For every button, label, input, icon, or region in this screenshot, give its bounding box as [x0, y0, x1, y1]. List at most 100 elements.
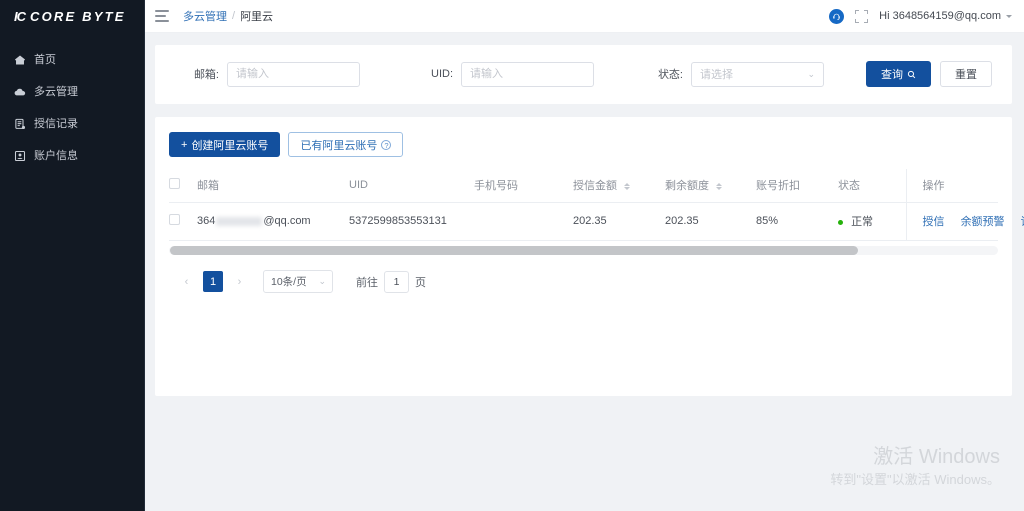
email-suffix: @qq.com: [263, 215, 310, 227]
goto-page-group: 前往 页: [356, 271, 426, 293]
status-badge: 正常: [851, 216, 873, 228]
logo[interactable]: IC CORE BYTE: [0, 0, 144, 33]
column-header-credit[interactable]: 授信金额: [573, 169, 665, 203]
topbar: 多云管理 / 阿里云 Hi 3648564159@qq.com: [145, 0, 1024, 33]
filter-buttons: 查询 重置: [866, 61, 992, 87]
sidebar-item-account-info[interactable]: 账户信息: [0, 140, 144, 172]
page-number-1[interactable]: 1: [203, 271, 223, 292]
chevron-down-icon: [1006, 15, 1012, 18]
logo-mark: IC: [14, 9, 25, 24]
records-icon: [14, 118, 26, 130]
row-checkbox[interactable]: [169, 214, 180, 225]
row-select-cell: [169, 203, 197, 241]
main-area: 多云管理 / 阿里云 Hi 3648564159@qq.com: [145, 0, 1024, 511]
fullscreen-icon[interactable]: [855, 10, 868, 23]
filter-email: 邮箱:: [175, 62, 360, 87]
select-all-checkbox[interactable]: [169, 178, 180, 189]
sidebar-menu: 首页 多云管理 授信记录: [0, 44, 144, 172]
column-header-uid: UID: [349, 169, 474, 203]
status-dot-icon: [838, 220, 843, 225]
cloud-icon: [14, 86, 26, 98]
cell-phone: [474, 203, 573, 241]
user-email-label: Hi 3648564159@qq.com: [879, 10, 1001, 22]
chevron-down-icon: ⌄: [807, 69, 815, 80]
sidebar-item-multicloud[interactable]: 多云管理: [0, 76, 144, 108]
filter-status-label: 状态:: [639, 66, 683, 82]
home-icon: [14, 54, 26, 66]
sidebar: IC CORE BYTE 首页 多云管理: [0, 0, 145, 511]
cell-uid: 5372599853553131: [349, 203, 474, 241]
sidebar-item-label: 多云管理: [34, 87, 78, 98]
column-header-balance[interactable]: 剩余额度: [665, 169, 756, 203]
create-aliyun-account-button[interactable]: + 创建阿里云账号: [169, 132, 280, 157]
table-header-row: 邮箱 UID 手机号码 授信金额 剩余额度 账号折扣: [169, 169, 998, 203]
status-select[interactable]: 请选择 ⌄: [691, 62, 824, 87]
reset-button[interactable]: 重置: [940, 61, 992, 87]
create-label: 创建阿里云账号: [191, 137, 268, 153]
table-panel: + 创建阿里云账号 已有阿里云账号 ? 邮箱: [155, 117, 1012, 396]
account-icon: [14, 150, 26, 162]
column-header-operation: 操作: [906, 169, 998, 203]
help-circle-icon[interactable]: ?: [381, 140, 391, 150]
user-menu[interactable]: Hi 3648564159@qq.com: [879, 10, 1012, 22]
filter-row: 邮箱: UID: 状态: 请选择 ⌄: [175, 61, 992, 87]
next-page-button[interactable]: ›: [230, 271, 249, 292]
prev-page-button[interactable]: ‹: [177, 271, 196, 292]
cell-credit: 202.35: [573, 203, 665, 241]
search-icon: [907, 70, 916, 79]
create-prefix: +: [181, 139, 187, 151]
existing-label: 已有阿里云账号: [300, 137, 377, 153]
column-header-credit-label: 授信金额: [573, 180, 617, 192]
page-content: 邮箱: UID: 状态: 请选择 ⌄: [145, 33, 1024, 511]
app-root: IC CORE BYTE 首页 多云管理: [0, 0, 1024, 511]
accounts-table: 邮箱 UID 手机号码 授信金额 剩余额度 账号折扣: [169, 169, 998, 241]
filter-email-label: 邮箱:: [175, 66, 219, 82]
cell-balance: 202.35: [665, 203, 756, 241]
logo-text: CORE BYTE: [30, 9, 126, 24]
email-value: 364 @qq.com: [197, 215, 311, 227]
email-redaction: [216, 217, 262, 226]
filter-panel: 邮箱: UID: 状态: 请选择 ⌄: [155, 45, 1012, 104]
table-head: 邮箱 UID 手机号码 授信金额 剩余额度 账号折扣: [169, 169, 998, 203]
horizontal-scrollbar[interactable]: [169, 246, 998, 255]
table-row: 364 @qq.com 5372599853553131 202.35 202.…: [169, 203, 998, 241]
page-unit-label: 页: [415, 274, 426, 290]
email-input[interactable]: [227, 62, 360, 87]
existing-aliyun-account-button[interactable]: 已有阿里云账号 ?: [288, 132, 403, 157]
filter-uid-label: UID:: [409, 68, 453, 80]
row-action-credit[interactable]: 授信: [923, 216, 945, 228]
scrollbar-thumb[interactable]: [170, 246, 858, 255]
breadcrumb-separator: /: [232, 10, 235, 22]
page-size-value: 10条/页: [271, 274, 307, 289]
breadcrumb-parent[interactable]: 多云管理: [183, 8, 227, 24]
column-header-balance-label: 剩余额度: [665, 180, 709, 192]
sidebar-item-credit-records[interactable]: 授信记录: [0, 108, 144, 140]
breadcrumb: 多云管理 / 阿里云: [183, 8, 273, 24]
breadcrumb-current: 阿里云: [240, 8, 273, 24]
sort-icon[interactable]: [624, 183, 630, 190]
row-action-details[interactable]: 详情: [1021, 216, 1024, 228]
pagination: ‹ 1 › 10条/页 ⌄ 前往 页: [169, 255, 998, 293]
customer-service-icon[interactable]: [829, 9, 844, 24]
topbar-right: Hi 3648564159@qq.com: [829, 9, 1012, 24]
search-button-label: 查询: [881, 66, 903, 82]
cell-email: 364 @qq.com: [197, 203, 349, 241]
row-action-balance-alert[interactable]: 余额预警: [961, 216, 1005, 228]
sidebar-item-home[interactable]: 首页: [0, 44, 144, 76]
hamburger-icon[interactable]: [155, 10, 169, 22]
column-header-status: 状态: [838, 169, 906, 203]
filter-status: 状态: 请选择 ⌄: [639, 62, 824, 87]
search-button[interactable]: 查询: [866, 61, 931, 87]
sort-icon[interactable]: [716, 183, 722, 190]
page-size-select[interactable]: 10条/页 ⌄: [263, 270, 333, 293]
table-body: 364 @qq.com 5372599853553131 202.35 202.…: [169, 203, 998, 241]
cell-discount: 85%: [756, 203, 838, 241]
column-header-email: 邮箱: [197, 169, 349, 203]
select-all-header: [169, 169, 197, 203]
cell-status: 正常: [838, 203, 906, 241]
column-header-phone: 手机号码: [474, 169, 573, 203]
goto-page-input[interactable]: [384, 271, 409, 293]
table-action-buttons: + 创建阿里云账号 已有阿里云账号 ?: [169, 132, 998, 157]
uid-input[interactable]: [461, 62, 594, 87]
chevron-down-icon: ⌄: [318, 276, 326, 287]
